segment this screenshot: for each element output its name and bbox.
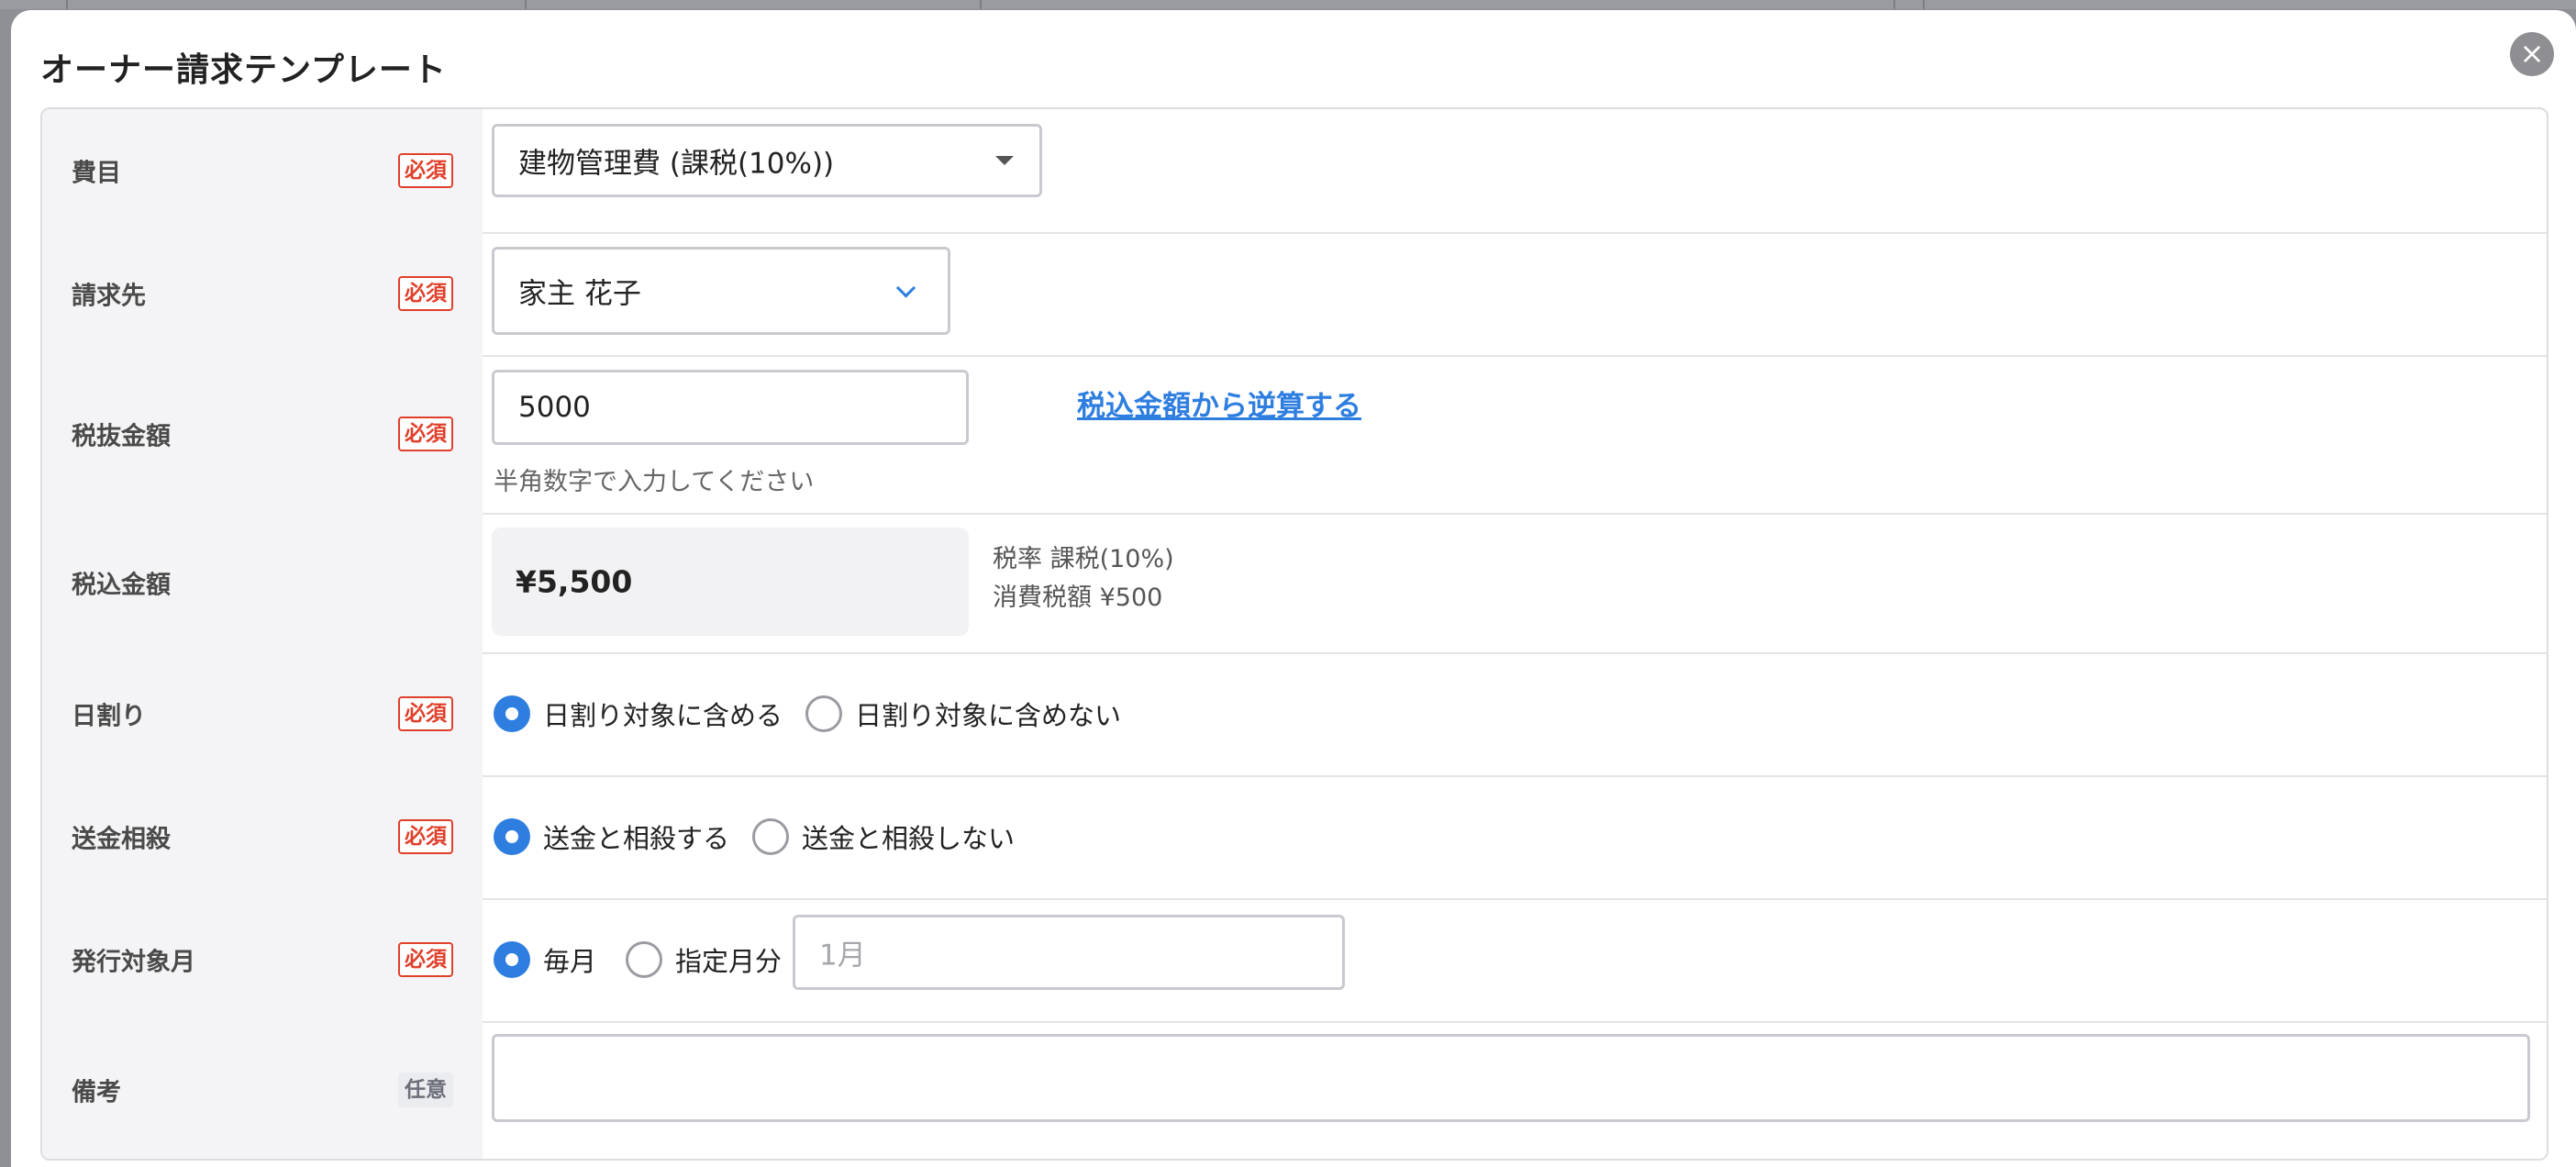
month-placeholder: 1月 [819,939,866,972]
tax-info: 税率 課税(10%) 消費税額 ¥500 [993,540,1174,617]
row-expense-item: 費目 必須 建物管理費 (課税(10%)) [42,109,2547,234]
background-divider [1893,0,1895,9]
billing-form: 費目 必須 建物管理費 (課税(10%)) 請求先 必須 家主 花子 税抜金額 … [40,107,2548,1161]
reverse-calc-link[interactable]: 税込金額から逆算する [1077,383,1361,424]
radio-label[interactable]: 毎月 [543,940,596,979]
radio-label[interactable]: 日割り対象に含める [543,695,783,733]
required-badge: 必須 [398,417,453,451]
input-value: 5000 [518,391,591,424]
field-label: 税抜金額 [72,422,171,451]
optional-badge: 任意 [398,1073,453,1107]
tax-rate-text: 税率 課税(10%) [993,545,1174,573]
row-issue-month: 発行対象月 必須 毎月 指定月分 1月 [42,898,2547,1023]
field-label: 日割り [72,702,146,731]
field-label: 税込金額 [72,571,171,600]
background-divider [525,0,527,9]
amount-incl-tax-display: ¥5,500 [492,528,969,636]
billing-to-select[interactable]: 家主 花子 [492,247,950,335]
modal-title: オーナー請求テンプレート [40,51,447,89]
radio-every-month[interactable] [494,941,530,978]
select-value: 建物管理費 (課税(10%)) [518,147,835,181]
label-cell: 費目 必須 [42,109,483,232]
field-label: 費目 [72,159,121,188]
tax-amount-text: 消費税額 ¥500 [993,584,1163,612]
caret-down-icon [995,156,1014,165]
offset-radio-group: 送金と相殺する 送金と相殺しない [483,775,1308,898]
amount-excl-tax-input[interactable]: 5000 [492,370,969,445]
month-input[interactable]: 1月 [793,915,1345,990]
close-icon[interactable]: × [2510,32,2554,76]
radio-label[interactable]: 日割り対象に含めない [855,695,1121,733]
row-remittance-offset: 送金相殺 必須 送金と相殺する 送金と相殺しない [42,775,2547,900]
field-label: 送金相殺 [72,825,171,854]
background-divider [980,0,982,9]
row-remarks: 備考 任意 [42,1021,2547,1159]
radio-exclude-proration[interactable] [805,695,842,732]
radio-offset-no[interactable] [752,818,789,855]
background-page-strip [0,0,2576,9]
background-divider [66,0,68,9]
input-helper-text: 半角数字で入力してください [494,468,815,496]
owner-billing-template-modal: オーナー請求テンプレート × 費目 必須 建物管理費 (課税(10%)) 請求先… [11,10,2576,1167]
radio-label[interactable]: 送金と相殺する [543,817,729,856]
required-badge: 必須 [398,942,453,977]
required-badge: 必須 [398,276,453,311]
chevron-down-icon [895,278,916,298]
expense-item-select[interactable]: 建物管理費 (課税(10%)) [492,124,1042,197]
row-proration: 日割り 必須 日割り対象に含める 日割り対象に含めない [42,652,2547,777]
radio-specified-month[interactable] [626,941,662,978]
amount-value: ¥5,500 [516,563,633,600]
radio-label[interactable]: 指定月分 [675,940,782,979]
radio-include-proration[interactable] [494,695,530,732]
field-label: 備考 [72,1078,121,1107]
field-label: 発行対象月 [72,948,195,977]
proration-radio-group: 日割り対象に含める 日割り対象に含めない [483,652,1308,775]
row-amount-excl-tax: 税抜金額 必須 5000 半角数字で入力してください 税込金額から逆算する [42,355,2547,515]
field-label: 請求先 [72,282,146,311]
select-value: 家主 花子 [518,277,641,311]
row-billing-to: 請求先 必須 家主 花子 [42,232,2547,357]
required-badge: 必須 [398,819,453,854]
background-divider [1923,0,1925,9]
remarks-textarea[interactable] [492,1034,2530,1122]
radio-label[interactable]: 送金と相殺しない [802,817,1015,856]
required-badge: 必須 [398,153,453,188]
required-badge: 必須 [398,696,453,731]
row-amount-incl-tax: 税込金額 ¥5,500 税率 課税(10%) 消費税額 ¥500 [42,513,2547,654]
radio-offset-yes[interactable] [494,818,530,855]
